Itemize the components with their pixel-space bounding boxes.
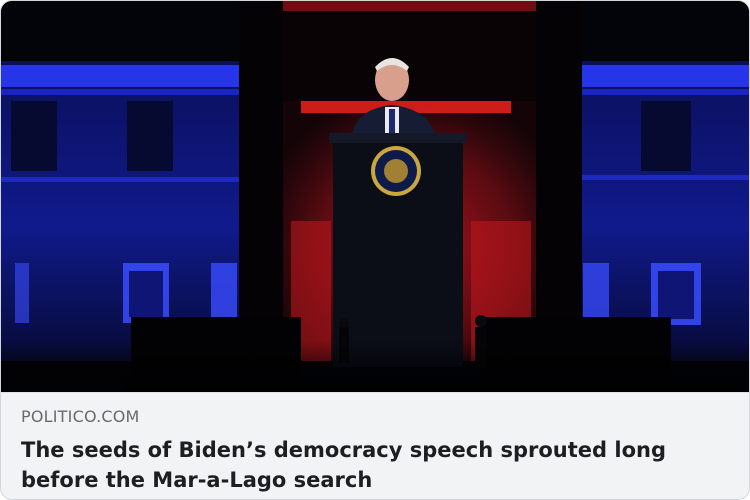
link-preview-meta[interactable]: POLITICO.COM The seeds of Biden’s democr… (1, 392, 749, 499)
preview-image[interactable] (1, 1, 749, 392)
source-domain: POLITICO.COM (21, 407, 140, 426)
speech-photo (1, 1, 749, 392)
podium (329, 133, 467, 367)
article-headline[interactable]: The seeds of Biden’s democracy speech sp… (21, 435, 721, 495)
right-building-wing (579, 61, 749, 361)
link-preview-card[interactable]: POLITICO.COM The seeds of Biden’s democr… (0, 0, 750, 500)
left-building-wing (1, 61, 241, 361)
